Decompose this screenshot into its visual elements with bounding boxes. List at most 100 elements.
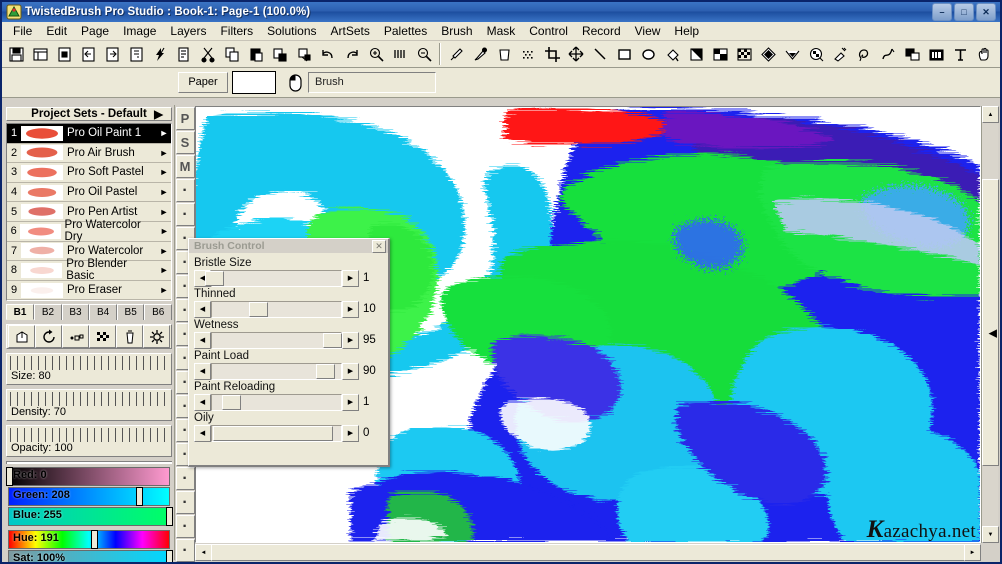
save-icon[interactable] bbox=[4, 43, 28, 66]
slider-right-arrow[interactable]: ▶ bbox=[342, 331, 359, 349]
menu-item-layers[interactable]: Layers bbox=[163, 22, 213, 40]
brush-tab-b1[interactable]: B1 bbox=[6, 304, 35, 321]
book-icon[interactable] bbox=[28, 43, 52, 66]
bristle-size-slider[interactable]: Bristle Size ◀ ▶ 1 bbox=[194, 256, 385, 287]
slider-left-arrow[interactable]: ◀ bbox=[194, 331, 211, 349]
chevron-right-icon[interactable]: ► bbox=[157, 265, 171, 275]
rectangle-icon[interactable] bbox=[612, 43, 636, 66]
rotate-icon[interactable] bbox=[996, 43, 1000, 66]
paper-swatch[interactable] bbox=[232, 71, 276, 94]
rotate-brush-icon[interactable] bbox=[35, 325, 62, 349]
brush-list-item[interactable]: 4 Pro Oil Pastel ► bbox=[7, 182, 171, 203]
layer-dot-14[interactable]: · bbox=[175, 491, 195, 514]
checker-fill-icon[interactable] bbox=[708, 43, 732, 66]
curve-icon[interactable] bbox=[876, 43, 900, 66]
red-channel[interactable]: Red: 0 bbox=[6, 467, 170, 487]
gradient-icon[interactable] bbox=[684, 43, 708, 66]
wetness-slider[interactable]: Wetness ◀ ▶ 95 bbox=[194, 318, 385, 349]
psm-button-p[interactable]: P bbox=[175, 107, 195, 130]
slider-track[interactable] bbox=[211, 424, 342, 442]
slider-thumb[interactable] bbox=[322, 332, 342, 348]
channel-knob[interactable] bbox=[166, 507, 173, 527]
menu-item-record[interactable]: Record bbox=[575, 22, 628, 40]
brush-tab-b3[interactable]: B3 bbox=[61, 304, 90, 321]
chevron-right-icon[interactable]: ► bbox=[157, 246, 171, 256]
chevron-right-icon[interactable]: ► bbox=[157, 207, 171, 217]
slider-left-arrow[interactable]: ◀ bbox=[194, 362, 211, 380]
menu-item-file[interactable]: File bbox=[6, 22, 39, 40]
spacing-icon[interactable] bbox=[62, 325, 89, 349]
density-slider[interactable]: Density: 70 bbox=[6, 389, 172, 422]
slider-track[interactable] bbox=[211, 331, 342, 349]
slider-track[interactable] bbox=[205, 269, 342, 287]
slider-thumb[interactable] bbox=[205, 270, 225, 286]
layer-dot-16[interactable]: · bbox=[175, 539, 195, 562]
menu-item-view[interactable]: View bbox=[628, 22, 668, 40]
fill-icon[interactable] bbox=[660, 43, 684, 66]
chevron-right-icon[interactable]: ► bbox=[157, 285, 171, 295]
slider-right-arrow[interactable]: ▶ bbox=[342, 362, 359, 380]
layer-dot-2[interactable]: · bbox=[175, 203, 195, 226]
zoom-actual-icon[interactable] bbox=[388, 43, 412, 66]
menu-item-mask[interactable]: Mask bbox=[480, 22, 523, 40]
sat-channel[interactable]: Sat: 100% bbox=[8, 550, 173, 562]
project-sets-button[interactable]: Project Sets - Default ▶ bbox=[6, 107, 172, 121]
slider-thumb[interactable] bbox=[316, 363, 336, 379]
minimize-button[interactable]: – bbox=[932, 3, 952, 21]
line-icon[interactable] bbox=[588, 43, 612, 66]
brush-list-item[interactable]: 9 Pro Eraser ► bbox=[7, 280, 171, 301]
slider-right-arrow[interactable]: ▶ bbox=[342, 424, 359, 442]
close-icon[interactable]: ✕ bbox=[372, 239, 386, 253]
brush-control-dialog[interactable]: Brush Control ✕ Bristle Size ◀ ▶ 1 Thinned ◀ ▶… bbox=[188, 238, 390, 467]
cut-icon[interactable] bbox=[196, 43, 220, 66]
stamp-icon[interactable] bbox=[292, 43, 316, 66]
texture-icon[interactable] bbox=[89, 325, 116, 349]
paste-into-icon[interactable] bbox=[268, 43, 292, 66]
mask-icon[interactable] bbox=[780, 43, 804, 66]
menu-item-palettes[interactable]: Palettes bbox=[377, 22, 434, 40]
scroll-left-button[interactable]: ◄ bbox=[195, 544, 212, 561]
scroll-up-button[interactable]: ▲ bbox=[982, 106, 999, 123]
paper-button[interactable]: Paper bbox=[178, 72, 228, 93]
shape-tool-icon[interactable] bbox=[8, 325, 35, 349]
chevron-right-icon[interactable]: ► bbox=[157, 167, 171, 177]
slider-track[interactable] bbox=[211, 362, 342, 380]
scroll-down-button[interactable]: ▼ bbox=[982, 526, 999, 543]
menu-item-solutions[interactable]: Solutions bbox=[260, 22, 323, 40]
paint-load-slider[interactable]: Paint Load ◀ ▶ 90 bbox=[194, 349, 385, 380]
page-prev-icon[interactable] bbox=[76, 43, 100, 66]
redo-icon[interactable] bbox=[340, 43, 364, 66]
hand-icon[interactable] bbox=[972, 43, 996, 66]
oily-slider[interactable]: Oily ◀ ▶ 0 bbox=[194, 411, 385, 442]
copy-icon[interactable] bbox=[220, 43, 244, 66]
slider-ticks[interactable] bbox=[9, 428, 169, 443]
paint-can-icon[interactable] bbox=[116, 325, 143, 349]
checker-diamond-icon[interactable] bbox=[756, 43, 780, 66]
size-slider[interactable]: Size: 80 bbox=[6, 353, 172, 386]
settings-gear-icon[interactable] bbox=[143, 325, 170, 349]
menu-item-artsets[interactable]: ArtSets bbox=[324, 22, 377, 40]
zoom-out-icon[interactable] bbox=[412, 43, 436, 66]
lasso-icon[interactable] bbox=[852, 43, 876, 66]
mask-pattern-icon[interactable] bbox=[804, 43, 828, 66]
horizontal-scrollbar[interactable]: ◄ ► bbox=[195, 544, 981, 561]
dither-icon[interactable] bbox=[516, 43, 540, 66]
close-button[interactable]: ✕ bbox=[976, 3, 996, 21]
mask-erase-icon[interactable] bbox=[828, 43, 852, 66]
maximize-button[interactable]: □ bbox=[954, 3, 974, 21]
channel-knob[interactable] bbox=[6, 467, 13, 487]
chevron-right-icon[interactable]: ► bbox=[157, 148, 171, 158]
text-icon[interactable] bbox=[948, 43, 972, 66]
chevron-right-icon[interactable]: ► bbox=[158, 226, 171, 236]
brush-tool-icon[interactable] bbox=[444, 43, 468, 66]
brush-tab-b2[interactable]: B2 bbox=[34, 304, 62, 321]
green-channel[interactable]: Green: 208 bbox=[8, 487, 170, 507]
vertical-scrollbar[interactable]: ▲ ▼ bbox=[981, 106, 999, 543]
chevron-right-icon[interactable]: ► bbox=[157, 187, 171, 197]
brush-tab-b4[interactable]: B4 bbox=[89, 304, 117, 321]
psm-button-s[interactable]: S bbox=[175, 131, 195, 154]
undo-icon[interactable] bbox=[316, 43, 340, 66]
opacity-slider[interactable]: Opacity: 100 bbox=[6, 425, 172, 458]
channel-knob[interactable] bbox=[90, 530, 98, 550]
menu-item-filters[interactable]: Filters bbox=[213, 22, 260, 40]
